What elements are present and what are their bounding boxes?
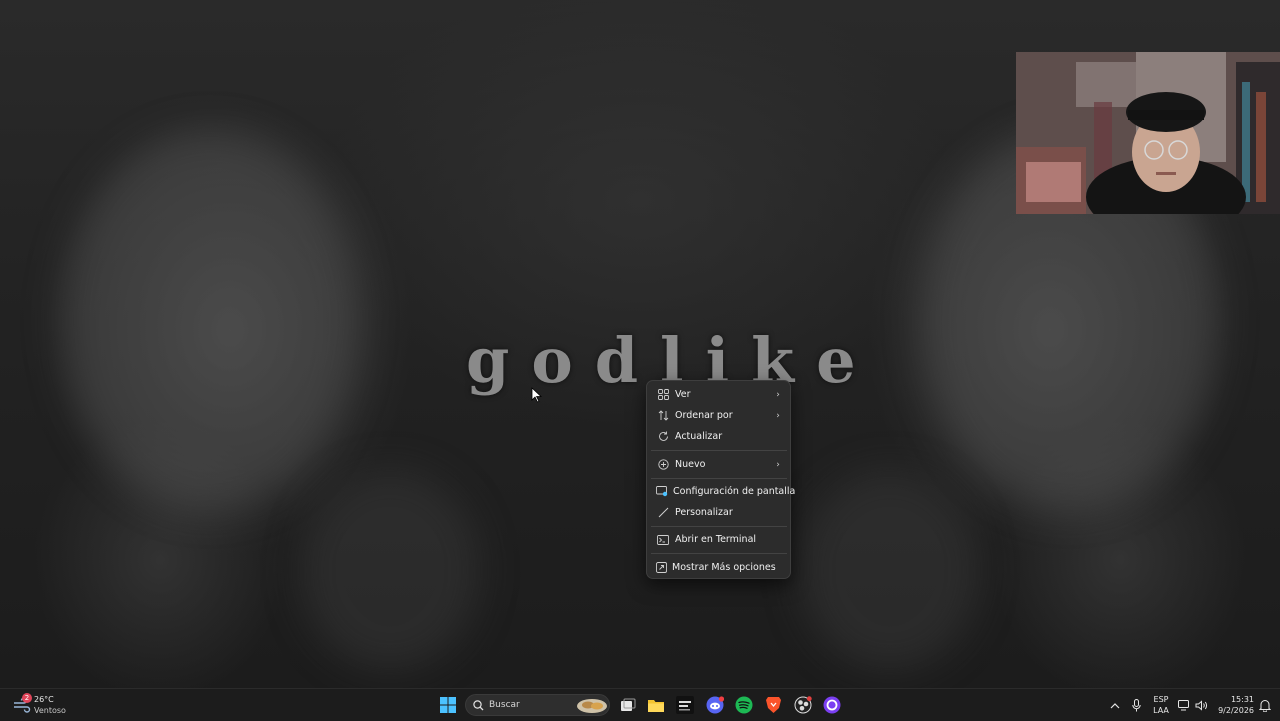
display-settings-icon — [656, 485, 668, 499]
menu-item-label: Ver — [675, 389, 691, 400]
chevron-up-icon — [1110, 702, 1120, 708]
menu-separator — [651, 478, 787, 479]
webcam-feed-image — [1016, 52, 1280, 214]
keyboard-layout: LAA — [1153, 706, 1169, 715]
brush-icon — [656, 506, 670, 520]
quick-settings-button[interactable] — [1178, 695, 1210, 715]
clock[interactable]: 15:31 9/2/2026 — [1214, 693, 1256, 717]
show-hidden-icons-button[interactable] — [1105, 695, 1125, 715]
obs-button[interactable] — [793, 695, 813, 715]
discord-button[interactable] — [705, 695, 725, 715]
taskbar-search-box[interactable]: Buscar — [465, 694, 610, 716]
chill-app-button[interactable] — [675, 695, 695, 715]
chevron-right-icon: › — [776, 389, 780, 400]
grid-icon — [656, 388, 670, 402]
clock-time: 15:31 — [1230, 695, 1254, 704]
task-view-icon — [621, 698, 636, 711]
menu-item-ver[interactable]: Ver › — [651, 384, 787, 405]
menu-item-label: Personalizar — [675, 507, 733, 518]
expand-icon — [656, 561, 667, 575]
menu-item-ordenar-por[interactable]: Ordenar por › — [651, 405, 787, 426]
weather-condition: Ventoso — [34, 706, 66, 715]
menu-item-label: Configuración de pantalla — [673, 486, 796, 497]
brave-icon — [765, 697, 781, 713]
menu-item-mostrar-mas-opciones[interactable]: Mostrar Más opciones — [651, 557, 787, 578]
brave-button[interactable] — [763, 695, 783, 715]
menu-item-actualizar[interactable]: Actualizar — [651, 426, 787, 447]
weather-temp: 26°C — [34, 695, 54, 704]
chill-app-icon — [676, 696, 694, 714]
file-explorer-button[interactable] — [646, 695, 666, 715]
chevron-right-icon: › — [776, 459, 780, 470]
webcam-overlay — [1016, 52, 1280, 214]
menu-item-label: Actualizar — [675, 431, 723, 442]
circle-app-button[interactable] — [822, 695, 842, 715]
chevron-right-icon: › — [776, 410, 780, 421]
menu-item-personalizar[interactable]: Personalizar — [651, 502, 787, 523]
windows-start-icon — [440, 697, 456, 713]
menu-item-configuracion-pantalla[interactable]: Configuración de pantalla — [651, 481, 795, 502]
volume-icon — [1195, 699, 1208, 711]
notifications-button[interactable] — [1255, 695, 1275, 715]
terminal-icon — [656, 533, 670, 547]
discord-icon — [706, 696, 724, 714]
desktop-context-menu: Ver › Ordenar por › Actualizar Nuevo › C… — [646, 380, 795, 579]
display-icon — [1178, 699, 1189, 710]
folder-icon — [648, 699, 664, 712]
bell-icon — [1259, 699, 1271, 712]
wallpaper-figure-left — [60, 130, 360, 510]
refresh-icon — [656, 430, 670, 444]
menu-item-label: Abrir en Terminal — [675, 534, 757, 545]
task-view-button[interactable] — [618, 695, 638, 715]
search-highlight-icon — [577, 699, 607, 713]
search-icon — [473, 700, 484, 711]
sort-icon — [656, 409, 670, 423]
plus-circle-icon — [656, 458, 670, 472]
start-button[interactable] — [438, 695, 458, 715]
weather-badge: 2 — [22, 693, 32, 703]
menu-item-label: Ordenar por — [675, 410, 733, 421]
obs-icon — [794, 696, 812, 714]
menu-separator — [651, 450, 787, 451]
microphone-icon — [1131, 698, 1141, 711]
menu-item-abrir-terminal[interactable]: Abrir en Terminal — [651, 529, 787, 550]
microphone-button[interactable] — [1126, 695, 1146, 715]
spotify-icon — [735, 696, 753, 714]
menu-separator — [651, 526, 787, 527]
language-code: ESP — [1153, 695, 1169, 704]
menu-item-nuevo[interactable]: Nuevo › — [651, 454, 787, 475]
mouse-cursor-icon — [531, 387, 543, 403]
spotify-button[interactable] — [734, 695, 754, 715]
language-switcher[interactable]: ESP LAA — [1146, 694, 1176, 716]
wallpaper-shadow-left — [300, 470, 480, 670]
circle-app-icon — [823, 696, 841, 714]
search-placeholder: Buscar — [489, 700, 520, 710]
menu-separator — [651, 553, 787, 554]
menu-item-label: Nuevo — [675, 459, 706, 470]
menu-item-label: Mostrar Más opciones — [672, 562, 776, 573]
wallpaper-shadow-right — [800, 470, 980, 670]
weather-widget[interactable]: 2 26°C Ventoso — [10, 693, 70, 717]
clock-date: 9/2/2026 — [1218, 706, 1254, 715]
taskbar: 2 26°C Ventoso Buscar ESP LAA 15:31 9/2/… — [0, 688, 1280, 721]
